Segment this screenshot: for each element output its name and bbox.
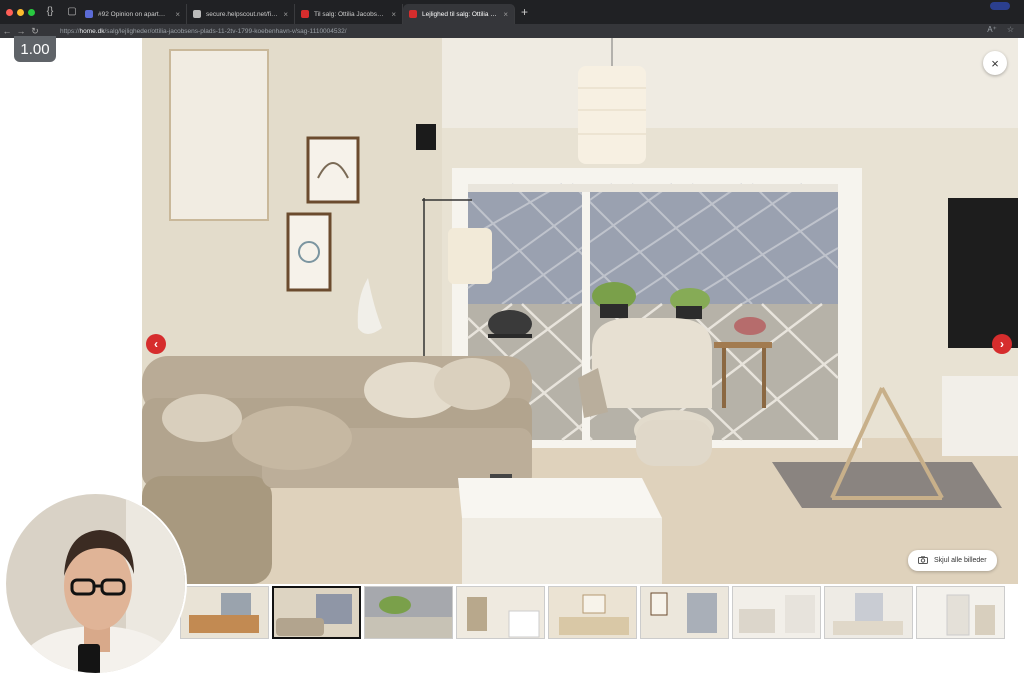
- url-prefix: https://: [60, 27, 80, 35]
- thumbnail-5[interactable]: [548, 586, 637, 639]
- tab-close-icon[interactable]: ×: [175, 10, 180, 19]
- thumbnail-8[interactable]: [824, 586, 913, 639]
- thumbnail-strip: [180, 586, 1005, 639]
- tab-close-icon[interactable]: ×: [283, 10, 288, 19]
- zoom-level-badge: 1.00: [14, 36, 56, 62]
- url-domain: home.dk: [79, 27, 105, 35]
- thumbnail-2[interactable]: [272, 586, 361, 639]
- back-icon[interactable]: ←: [0, 26, 14, 36]
- camera-icon: [918, 555, 928, 566]
- browser-tab-2[interactable]: secure.helpscout.net/files/43b ×: [187, 4, 295, 24]
- thumbnail-4[interactable]: [456, 586, 545, 639]
- tab-title: #92 Opinion on apartment – Ti: [98, 10, 171, 18]
- browser-tab-1[interactable]: #92 Opinion on apartment – Ti ×: [79, 4, 187, 24]
- listing-gallery-page: × ‹ › Skjul alle billeder 1.00: [0, 36, 1024, 675]
- window-controls: [6, 8, 35, 16]
- address-bar: ← → ↻ https://home.dk/salg/lejligheder/o…: [0, 24, 1024, 38]
- maximize-window-icon[interactable]: [28, 8, 35, 16]
- hide-all-label: Skjul alle billeder: [934, 557, 987, 564]
- thumbnail-6[interactable]: [640, 586, 729, 639]
- close-window-icon[interactable]: [6, 8, 13, 16]
- tab-close-icon[interactable]: ×: [391, 10, 396, 19]
- url-field[interactable]: https://home.dk/salg/lejligheder/ottilia…: [60, 28, 347, 35]
- gallery-main-photo: [142, 38, 1018, 584]
- living-room-photo: [142, 38, 1018, 584]
- browser-tab-3[interactable]: Til salg: Ottilia Jacobsens Pla ×: [295, 4, 403, 24]
- tab-search-icon[interactable]: ▢: [65, 5, 79, 19]
- profile-avatar[interactable]: [990, 2, 1010, 10]
- tab-favicon-icon: [193, 10, 201, 18]
- forward-icon[interactable]: →: [14, 26, 28, 36]
- minimize-window-icon[interactable]: [17, 8, 24, 16]
- next-image-button[interactable]: ›: [992, 334, 1012, 354]
- url-path: /salg/lejligheder/ottilia-jacobsens-plad…: [104, 27, 347, 35]
- new-tab-button[interactable]: +: [521, 5, 528, 19]
- browser-tab-bar: {} ▢ #92 Opinion on apartment – Ti × sec…: [0, 0, 1024, 24]
- tab-favicon-icon: [409, 10, 417, 18]
- bookmark-star-icon[interactable]: ☆: [1007, 25, 1014, 34]
- tab-title: secure.helpscout.net/files/43b: [206, 10, 278, 18]
- tab-title: Til salg: Ottilia Jacobsens Pla: [314, 10, 387, 18]
- pinned-tab-icon[interactable]: {}: [43, 5, 57, 19]
- reload-icon[interactable]: ↻: [28, 26, 42, 37]
- webcam-overlay: [4, 492, 187, 675]
- address-bar-actions: A⁺ ☆: [987, 25, 1014, 34]
- tab-favicon-icon: [85, 10, 93, 18]
- thumbnail-3[interactable]: [364, 586, 453, 639]
- previous-image-button[interactable]: ‹: [146, 334, 166, 354]
- browser-tab-4[interactable]: Lejlighed til salg: Ottilia Jacob ×: [403, 4, 515, 24]
- tab-title: Lejlighed til salg: Ottilia Jacob: [422, 10, 498, 18]
- thumbnail-9[interactable]: [916, 586, 1005, 639]
- hide-all-images-button[interactable]: Skjul alle billeder: [908, 550, 997, 571]
- close-gallery-button[interactable]: ×: [983, 51, 1007, 75]
- tab-close-icon[interactable]: ×: [503, 10, 508, 19]
- tab-favicon-icon: [301, 10, 309, 18]
- translate-icon[interactable]: A⁺: [987, 25, 997, 34]
- thumbnail-7[interactable]: [732, 586, 821, 639]
- thumbnail-1[interactable]: [180, 586, 269, 639]
